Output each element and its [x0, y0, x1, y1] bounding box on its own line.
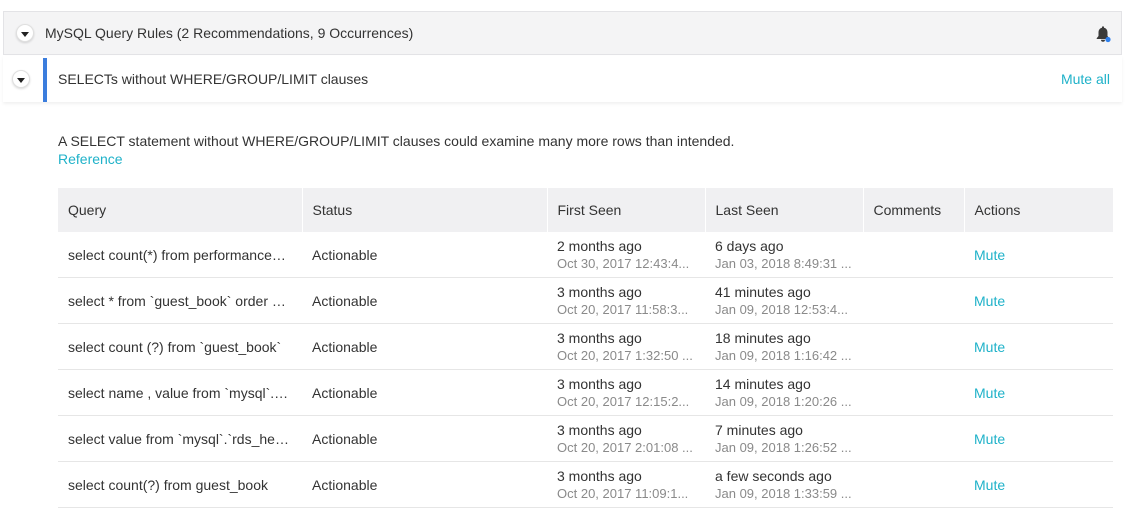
mute-all-link[interactable]: Mute all	[1061, 71, 1110, 87]
first-seen-relative: 3 months ago	[557, 329, 642, 346]
last-seen-cell: 18 minutes ago Jan 09, 2018 1:16:42 ...	[705, 323, 863, 370]
reference-link[interactable]: Reference	[58, 151, 123, 167]
last-seen-absolute: Jan 09, 2018 1:16:42 ...	[715, 347, 852, 363]
first-seen-cell: 3 months ago Oct 20, 2017 1:32:50 ...	[547, 323, 705, 370]
column-header-query[interactable]: Query	[58, 188, 303, 232]
actions-cell: Mute	[964, 277, 1113, 324]
chevron-down-icon	[17, 77, 25, 83]
actions-cell: Mute	[964, 232, 1113, 278]
last-seen-cell: 7 minutes ago Jan 09, 2018 1:26:52 ...	[705, 415, 863, 462]
first-seen-absolute: Oct 20, 2017 11:58:3...	[557, 301, 689, 317]
actions-cell: Mute	[964, 415, 1113, 462]
section-header: MySQL Query Rules (2 Recommendations, 9 …	[3, 11, 1122, 55]
status-cell: Actionable	[302, 461, 547, 508]
first-seen-relative: 3 months ago	[557, 467, 642, 484]
first-seen-relative: 3 months ago	[557, 283, 642, 300]
status-cell: Actionable	[302, 323, 547, 370]
first-seen-relative: 3 months ago	[557, 375, 642, 392]
status-cell: Actionable	[302, 277, 547, 324]
first-seen-cell: 3 months ago Oct 20, 2017 11:58:3...	[547, 277, 705, 324]
last-seen-relative: 41 minutes ago	[715, 283, 811, 300]
table-row: select count (?) from `guest_book` Actio…	[58, 323, 1113, 370]
first-seen-cell: 3 months ago Oct 20, 2017 11:09:1...	[547, 461, 705, 508]
chevron-down-icon	[21, 31, 29, 37]
last-seen-relative: 18 minutes ago	[715, 329, 811, 346]
rule-row: SELECTs without WHERE/GROUP/LIMIT clause…	[3, 56, 1122, 102]
column-header-status[interactable]: Status	[302, 188, 548, 232]
query-cell: select count (?) from `guest_book`	[58, 323, 302, 370]
comments-cell	[863, 415, 964, 462]
mute-button[interactable]: Mute	[974, 339, 1005, 355]
rule-accent-bar	[43, 58, 47, 102]
table-row: select * from `guest_book` order by id A…	[58, 277, 1113, 324]
table-row: select name , value from `mysql`.`rds_co…	[58, 369, 1113, 416]
status-cell: Actionable	[302, 232, 547, 278]
actions-cell: Mute	[964, 461, 1113, 508]
column-header-first-seen[interactable]: First Seen	[547, 188, 706, 232]
mute-button[interactable]: Mute	[974, 385, 1005, 401]
last-seen-cell: a few seconds ago Jan 09, 2018 1:33:59 .…	[705, 461, 863, 508]
rule-title: SELECTs without WHERE/GROUP/LIMIT clause…	[58, 71, 369, 87]
comments-cell	[863, 232, 964, 278]
last-seen-cell: 6 days ago Jan 03, 2018 8:49:31 ...	[705, 232, 863, 278]
first-seen-cell: 2 months ago Oct 30, 2017 12:43:4...	[547, 232, 705, 278]
last-seen-absolute: Jan 09, 2018 1:33:59 ...	[715, 485, 852, 501]
first-seen-cell: 3 months ago Oct 20, 2017 2:01:08 ...	[547, 415, 705, 462]
first-seen-absolute: Oct 20, 2017 12:15:2...	[557, 393, 690, 409]
actions-cell: Mute	[964, 323, 1113, 370]
table-row: select count(?) from guest_book Actionab…	[58, 461, 1113, 508]
query-cell: select * from `guest_book` order by id	[58, 277, 302, 324]
notification-dot	[1105, 36, 1111, 43]
last-seen-absolute: Jan 03, 2018 8:49:31 ...	[715, 255, 852, 271]
last-seen-cell: 41 minutes ago Jan 09, 2018 12:53:4...	[705, 277, 863, 324]
column-header-last-seen[interactable]: Last Seen	[705, 188, 864, 232]
last-seen-relative: 6 days ago	[715, 237, 784, 254]
column-header-comments[interactable]: Comments	[863, 188, 965, 232]
status-cell: Actionable	[302, 369, 547, 416]
occurrences-table: Query Status First Seen Last Seen Commen…	[58, 188, 1113, 508]
comments-cell	[863, 323, 964, 370]
last-seen-absolute: Jan 09, 2018 1:20:26 ...	[715, 393, 852, 409]
mute-button[interactable]: Mute	[974, 477, 1005, 493]
first-seen-absolute: Oct 20, 2017 1:32:50 ...	[557, 347, 693, 363]
comments-cell	[863, 277, 964, 324]
rule-description: A SELECT statement without WHERE/GROUP/L…	[58, 133, 735, 149]
last-seen-relative: 14 minutes ago	[715, 375, 811, 392]
first-seen-absolute: Oct 30, 2017 12:43:4...	[557, 255, 690, 271]
query-cell: select count(*) from performance_schema	[58, 232, 302, 278]
query-cell: select value from `mysql`.`rds_heartbeat…	[58, 415, 302, 462]
last-seen-absolute: Jan 09, 2018 1:26:52 ...	[715, 439, 852, 455]
bell-icon[interactable]	[1095, 25, 1111, 43]
table-header-row: Query Status First Seen Last Seen Commen…	[58, 188, 1113, 232]
first-seen-absolute: Oct 20, 2017 11:09:1...	[557, 485, 689, 501]
last-seen-cell: 14 minutes ago Jan 09, 2018 1:20:26 ...	[705, 369, 863, 416]
last-seen-relative: a few seconds ago	[715, 467, 832, 484]
first-seen-cell: 3 months ago Oct 20, 2017 12:15:2...	[547, 369, 705, 416]
comments-cell	[863, 461, 964, 508]
table-row: select value from `mysql`.`rds_heartbeat…	[58, 415, 1113, 462]
comments-cell	[863, 369, 964, 416]
first-seen-relative: 2 months ago	[557, 237, 642, 254]
section-title: MySQL Query Rules (2 Recommendations, 9 …	[45, 25, 414, 41]
actions-cell: Mute	[964, 369, 1113, 416]
first-seen-relative: 3 months ago	[557, 421, 642, 438]
query-cell: select count(?) from guest_book	[58, 461, 302, 508]
mute-button[interactable]: Mute	[974, 293, 1005, 309]
rule-collapse-toggle[interactable]	[12, 70, 30, 88]
column-header-actions: Actions	[964, 188, 1113, 232]
last-seen-relative: 7 minutes ago	[715, 421, 803, 438]
last-seen-absolute: Jan 09, 2018 12:53:4...	[715, 301, 848, 317]
first-seen-absolute: Oct 20, 2017 2:01:08 ...	[557, 439, 693, 455]
mute-button[interactable]: Mute	[974, 247, 1005, 263]
table-row: select count(*) from performance_schema …	[58, 232, 1113, 278]
query-cell: select name , value from `mysql`.`rds_co…	[58, 369, 302, 416]
status-cell: Actionable	[302, 415, 547, 462]
mute-button[interactable]: Mute	[974, 431, 1005, 447]
section-collapse-toggle[interactable]	[16, 24, 34, 42]
